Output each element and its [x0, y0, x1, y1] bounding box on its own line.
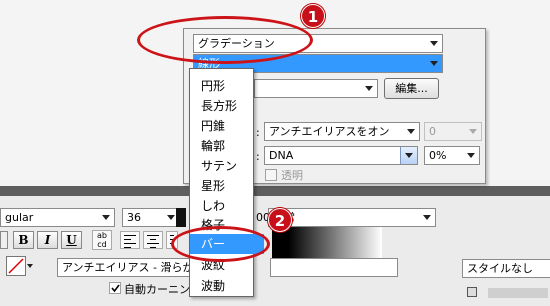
knockout-value: DNA: [269, 149, 294, 162]
italic-button[interactable]: I: [37, 231, 58, 249]
edit-button[interactable]: 編集...: [384, 78, 439, 99]
style-preset-select[interactable]: スタイルなし: [462, 259, 550, 278]
popup-item-cone[interactable]: 円錐: [190, 116, 264, 136]
dialog-antialias-value: アンチエイリアスをオン: [269, 125, 390, 138]
chevron-down-icon: [423, 215, 431, 220]
font-size-value: 36: [127, 211, 141, 224]
popup-item-circle[interactable]: 円形: [190, 76, 264, 96]
new-style-icon[interactable]: [467, 287, 477, 297]
text-input-field[interactable]: [270, 258, 398, 277]
stroke-color-swatch[interactable]: [6, 256, 26, 276]
align-left-icon[interactable]: [120, 231, 140, 249]
popup-item-wave[interactable]: 波動: [190, 276, 264, 296]
font-style-value: gular: [5, 211, 34, 224]
opacity-value: 0%: [429, 149, 447, 162]
annotation-ellipse-1: [137, 16, 313, 64]
transparent-checkbox[interactable]: [265, 169, 277, 181]
annotation-badge-1: 1: [301, 4, 325, 28]
text-direction-icon[interactable]: ab cd: [92, 230, 112, 250]
font-style-select[interactable]: gular: [0, 208, 115, 227]
chevron-down-icon: [365, 86, 373, 91]
annotation-ellipse-2: [171, 226, 270, 262]
chevron-down-icon: [430, 41, 438, 46]
color-swatch[interactable]: [176, 208, 186, 227]
gradient-shape-popup: 円形 長方形 円錐 輪郭 サテン 星形 しわ 格子 バー 波紋 波動: [189, 68, 264, 297]
checkmark-icon: [111, 284, 120, 293]
bold-button[interactable]: B: [13, 231, 34, 249]
font-size-select[interactable]: 36: [122, 208, 180, 227]
underline-button[interactable]: U: [61, 231, 82, 249]
chevron-down-icon: [469, 129, 477, 134]
preset-select[interactable]: [254, 79, 378, 98]
chevron-down-icon[interactable]: [27, 264, 33, 268]
chevron-down-icon: [467, 153, 475, 158]
chevron-down-icon: [167, 215, 175, 220]
popup-item-rectangle[interactable]: 長方形: [190, 96, 264, 116]
popup-item-wrinkle[interactable]: しわ: [190, 196, 264, 216]
knockout-select[interactable]: DNA: [264, 146, 418, 165]
dialog-antialias-select[interactable]: アンチエイリアスをオン: [264, 122, 420, 141]
numeric-select[interactable]: 0: [424, 122, 482, 141]
chevron-down-icon: [400, 147, 417, 164]
auto-kerning-checkbox[interactable]: [109, 282, 121, 294]
no-color-slash-icon: [8, 258, 24, 274]
transparent-label: 透明: [281, 169, 303, 182]
chevron-down-icon: [407, 129, 415, 134]
panel-icons-strip: [488, 288, 548, 298]
antialias-select[interactable]: アンチエイリアス - 滑らかに: [57, 258, 193, 277]
numeric-value: 0: [429, 125, 436, 138]
style-button-partial[interactable]: [0, 231, 8, 249]
popup-item-satin[interactable]: サテン: [190, 156, 264, 176]
blend-mode-select[interactable]: 通常: [268, 208, 436, 227]
style-preset-value: スタイルなし: [467, 262, 533, 275]
align-center-icon[interactable]: [143, 231, 163, 249]
annotation-badge-2: 2: [268, 208, 292, 232]
panel-divider: [0, 186, 550, 196]
popup-item-contour[interactable]: 輪郭: [190, 136, 264, 156]
antialias-option-value: アンチエイリアス - 滑らかに: [62, 261, 193, 274]
popup-item-star[interactable]: 星形: [190, 176, 264, 196]
chevron-down-icon: [430, 61, 438, 66]
chevron-down-icon: [102, 215, 110, 220]
opacity-select[interactable]: 0%: [424, 146, 480, 165]
